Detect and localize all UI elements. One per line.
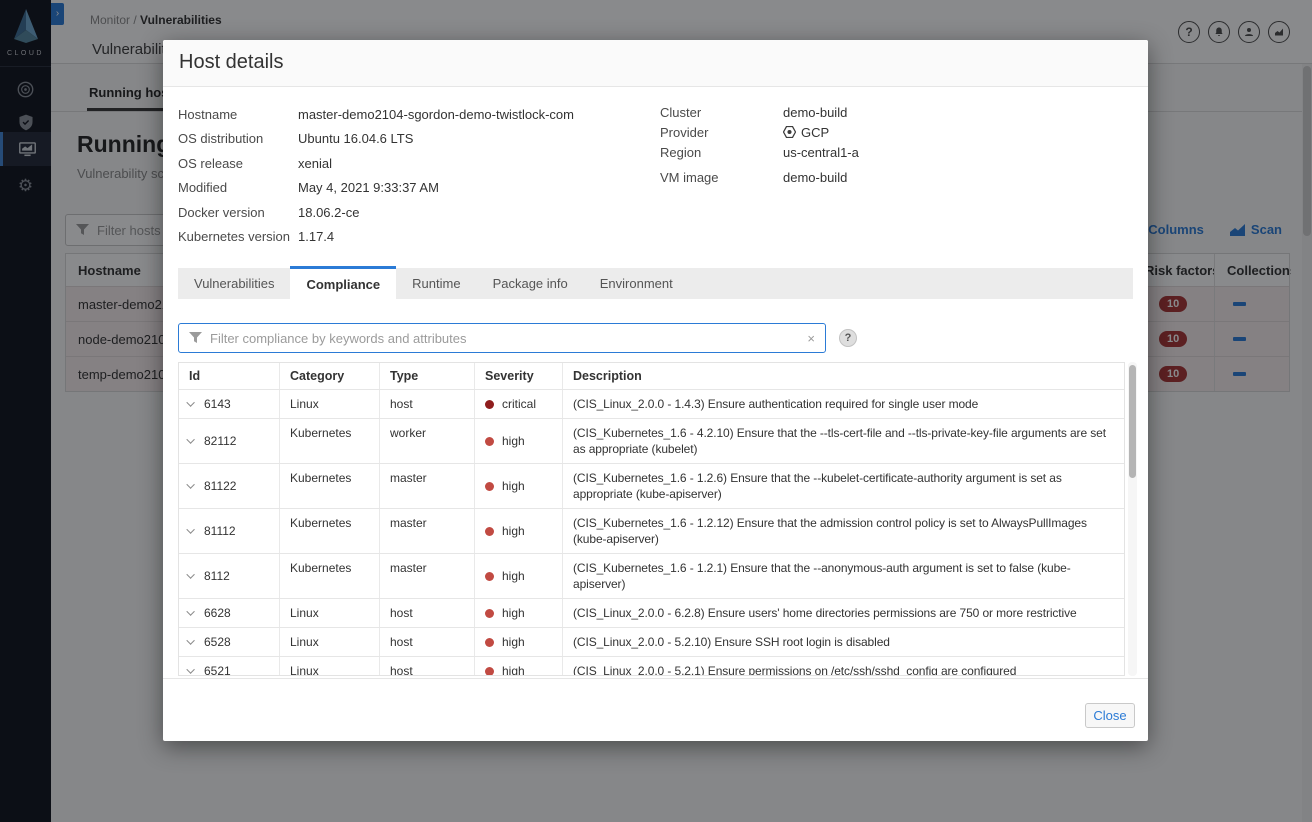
compliance-table-header: Id Category Type Severity Description (179, 363, 1124, 390)
tab-environment[interactable]: Environment (584, 268, 689, 299)
col-id[interactable]: Id (179, 363, 279, 389)
field-label: Kubernetes version (178, 229, 291, 245)
field-label: Region (660, 144, 702, 160)
severity-dot (485, 571, 494, 581)
tab-package-info[interactable]: Package info (477, 268, 584, 299)
chevron-down-icon[interactable] (186, 570, 195, 579)
field-label: Hostname (178, 106, 238, 122)
tab-vulnerabilities[interactable]: Vulnerabilities (178, 268, 290, 299)
field-value: 1.17.4 (298, 229, 335, 245)
compliance-row[interactable]: 81122 Kubernetes master high (CIS_Kubern… (179, 464, 1124, 509)
severity-dot (485, 608, 494, 618)
compliance-table-scrollbar[interactable] (1128, 362, 1137, 676)
info-row: Cluster demo-build (660, 102, 1090, 122)
filter-help-icon[interactable]: ? (839, 329, 857, 347)
host-details-modal: Host details Hostname master-demo2104-sg… (163, 40, 1148, 741)
compliance-table: Id Category Type Severity Description 61… (178, 362, 1125, 676)
compliance-row[interactable]: 8112 Kubernetes master high (CIS_Kuberne… (179, 554, 1124, 599)
info-row: Hostname master-demo2104-sgordon-demo-tw… (178, 102, 648, 127)
info-row: Region us-central1-a (660, 142, 1090, 162)
field-label: Modified (178, 180, 228, 196)
chevron-down-icon[interactable] (186, 607, 195, 616)
col-description[interactable]: Description (562, 363, 1124, 389)
compliance-row[interactable]: 6521 Linux host high (CIS_Linux_2.0.0 - … (179, 657, 1124, 675)
col-severity[interactable]: Severity (474, 363, 562, 389)
modal-footer: Close (163, 678, 1148, 741)
severity-dot (485, 436, 494, 446)
chevron-down-icon[interactable] (186, 435, 195, 444)
field-label: Cluster (660, 104, 702, 120)
tab-compliance[interactable]: Compliance (290, 266, 397, 299)
chevron-down-icon[interactable] (186, 636, 195, 645)
info-row: VM image demo-build (660, 167, 1090, 187)
compliance-row[interactable]: 6628 Linux host high (CIS_Linux_2.0.0 - … (179, 599, 1124, 628)
chevron-down-icon[interactable] (186, 398, 195, 407)
compliance-row[interactable]: 6143 Linux host critical (CIS_Linux_2.0.… (179, 390, 1124, 419)
compliance-row[interactable]: 81112 Kubernetes master high (CIS_Kubern… (179, 509, 1124, 554)
compliance-row[interactable]: 6528 Linux host high (CIS_Linux_2.0.0 - … (179, 628, 1124, 657)
compliance-filter-wrap: × (178, 323, 826, 353)
tab-runtime[interactable]: Runtime (396, 268, 476, 299)
col-category[interactable]: Category (279, 363, 379, 389)
modal-tabs: Vulnerabilities Compliance Runtime Packa… (178, 266, 1133, 299)
info-row: OS distribution Ubuntu 16.04.6 LTS (178, 127, 648, 152)
chevron-down-icon[interactable] (186, 665, 195, 674)
chevron-down-icon[interactable] (186, 480, 195, 489)
field-value: master-demo2104-sgordon-demo-twistlock-c… (298, 106, 574, 122)
severity-dot (485, 526, 494, 536)
field-label: Docker version (178, 204, 265, 220)
host-info-left: Hostname master-demo2104-sgordon-demo-tw… (178, 102, 648, 249)
field-value: xenial (298, 155, 332, 171)
field-label: OS distribution (178, 131, 264, 147)
gcp-icon (783, 126, 796, 138)
info-row: OS release xenial (178, 151, 648, 176)
compliance-row[interactable]: 82112 Kubernetes worker high (CIS_Kubern… (179, 419, 1124, 464)
modal-title: Host details (179, 51, 284, 73)
field-value: Ubuntu 16.04.6 LTS (298, 131, 414, 147)
host-info-right: Cluster demo-build Provider GCP Region u… (660, 102, 1090, 187)
info-row: Kubernetes version 1.17.4 (178, 225, 648, 250)
info-row: Provider GCP (660, 122, 1090, 142)
severity-dot (485, 637, 494, 647)
info-row: Modified May 4, 2021 9:33:37 AM (178, 176, 648, 201)
field-label: VM image (660, 169, 719, 185)
col-type[interactable]: Type (379, 363, 474, 389)
field-value: May 4, 2021 9:33:37 AM (298, 180, 439, 196)
field-value: 18.06.2-ce (298, 204, 360, 220)
funnel-icon (189, 332, 202, 343)
info-row: Docker version 18.06.2-ce (178, 200, 648, 225)
severity-dot (485, 481, 494, 491)
close-button[interactable]: Close (1085, 703, 1135, 728)
clear-filter-icon[interactable]: × (807, 331, 815, 346)
scrollbar-thumb[interactable] (1129, 365, 1136, 478)
chevron-down-icon[interactable] (186, 525, 195, 534)
field-label: OS release (178, 155, 244, 171)
compliance-filter-input[interactable] (210, 330, 800, 346)
field-label: Provider (660, 124, 709, 140)
modal-header: Host details (163, 40, 1148, 87)
field-value: demo-build (783, 104, 848, 120)
field-value: demo-build (783, 169, 848, 185)
severity-dot (485, 399, 494, 409)
field-value: us-central1-a (783, 144, 859, 160)
severity-dot (485, 666, 494, 675)
field-value: GCP (783, 125, 829, 140)
